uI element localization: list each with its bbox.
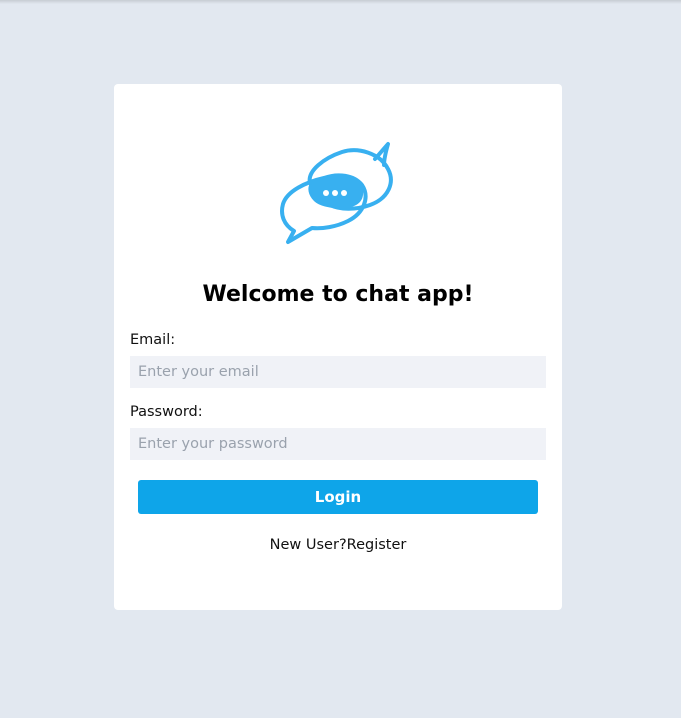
login-button[interactable]: Login xyxy=(138,480,538,514)
email-label: Email: xyxy=(130,332,176,348)
password-label: Password: xyxy=(130,404,203,420)
password-field[interactable] xyxy=(130,428,546,460)
page-title: Welcome to chat app! xyxy=(202,282,474,307)
chat-bubbles-icon xyxy=(280,141,398,247)
register-prompt: New User?Register xyxy=(114,537,562,553)
top-shadow xyxy=(0,0,681,4)
register-link[interactable]: Register xyxy=(347,537,407,553)
new-user-text: New User? xyxy=(269,537,347,553)
login-card: Welcome to chat app! Email: Password: Lo… xyxy=(114,84,562,610)
email-field[interactable] xyxy=(130,356,546,388)
